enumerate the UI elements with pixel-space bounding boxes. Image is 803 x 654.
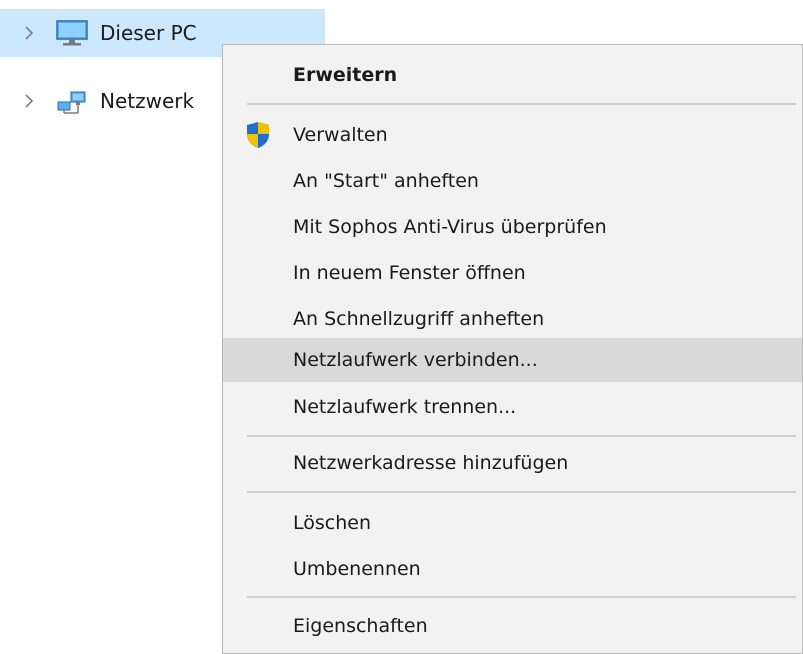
menu-item-netzlaufwerk-trennen[interactable]: Netzlaufwerk trennen... <box>223 385 802 429</box>
menu-item-netzlaufwerk-verbinden[interactable]: Netzlaufwerk verbinden... <box>223 338 802 382</box>
menu-item-eigenschaften[interactable]: Eigenschaften <box>223 604 802 648</box>
context-menu: Erweitern Verwalten An "Start" anheften … <box>222 44 803 654</box>
uac-shield-icon <box>247 122 269 148</box>
menu-item-label: Netzlaufwerk trennen... <box>293 396 517 418</box>
chevron-right-icon[interactable] <box>20 92 38 110</box>
monitor-icon <box>56 20 88 46</box>
menu-item-sophos-ueberpruefen[interactable]: Mit Sophos Anti-Virus überprüfen <box>223 205 802 249</box>
menu-item-erweitern[interactable]: Erweitern <box>223 53 802 97</box>
tree-item-label: Netzwerk <box>100 89 195 113</box>
menu-item-neues-fenster[interactable]: In neuem Fenster öffnen <box>223 251 802 295</box>
menu-item-verwalten[interactable]: Verwalten <box>223 113 802 157</box>
chevron-right-icon[interactable] <box>20 24 38 42</box>
menu-item-label: Löschen <box>293 512 371 534</box>
menu-item-label: Umbenennen <box>293 558 421 580</box>
menu-separator <box>247 435 796 437</box>
menu-item-label: Mit Sophos Anti-Virus überprüfen <box>293 216 607 238</box>
menu-item-loeschen[interactable]: Löschen <box>223 501 802 545</box>
menu-item-schnellzugriff-anheften[interactable]: An Schnellzugriff anheften <box>223 297 802 341</box>
menu-item-label: Eigenschaften <box>293 615 428 637</box>
menu-item-label: An Schnellzugriff anheften <box>293 308 545 330</box>
menu-item-label: In neuem Fenster öffnen <box>293 262 526 284</box>
menu-item-an-start-anheften[interactable]: An "Start" anheften <box>223 159 802 203</box>
menu-item-label: Erweitern <box>293 64 398 86</box>
network-icon <box>57 91 86 114</box>
tree-item-label: Dieser PC <box>100 21 197 45</box>
menu-separator <box>247 103 796 105</box>
menu-item-label: Netzlaufwerk verbinden... <box>293 349 538 371</box>
menu-item-label: An "Start" anheften <box>293 170 479 192</box>
menu-separator <box>247 491 796 493</box>
menu-item-label: Verwalten <box>293 124 388 146</box>
menu-item-netzwerkadresse-hinzufuegen[interactable]: Netzwerkadresse hinzufügen <box>223 441 802 485</box>
tree-item-netzwerk[interactable]: Netzwerk <box>0 77 222 125</box>
menu-separator <box>247 596 796 598</box>
menu-item-umbenennen[interactable]: Umbenennen <box>223 547 802 591</box>
menu-item-label: Netzwerkadresse hinzufügen <box>293 452 569 474</box>
